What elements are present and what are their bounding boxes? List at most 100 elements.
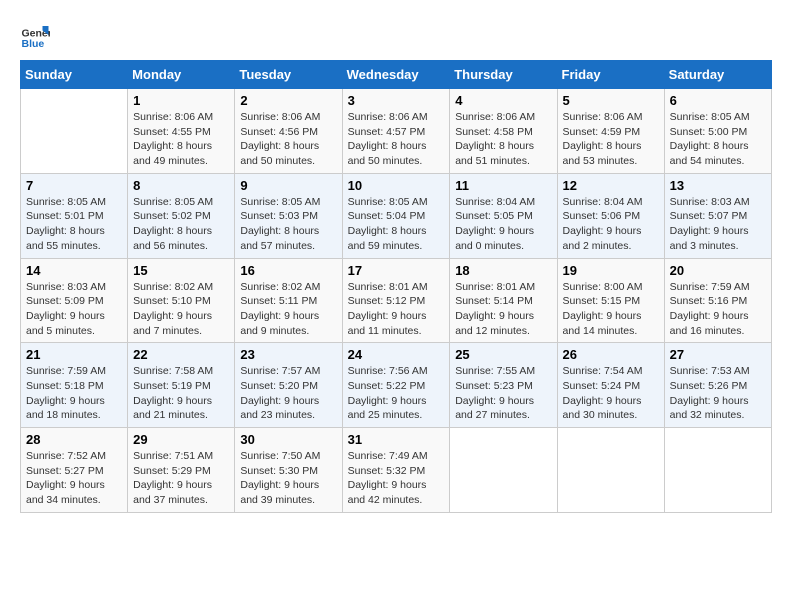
calendar-cell: 12Sunrise: 8:04 AM Sunset: 5:06 PM Dayli… bbox=[557, 173, 664, 258]
day-number: 24 bbox=[348, 347, 445, 362]
calendar-cell: 20 Sunrise: 7:59 AM Sunset: 5:16 PM Dayli… bbox=[664, 258, 771, 343]
calendar-cell: 1 Sunrise: 8:06 AM Sunset: 4:55 PM Daylig… bbox=[128, 89, 235, 174]
day-info: Sunrise: 7:59 AM Sunset: 5:18 PM Dayligh… bbox=[26, 364, 122, 423]
day-number: 20 bbox=[670, 263, 766, 278]
day-info: Sunrise: 8:00 AM Sunset: 5:15 PM Dayligh… bbox=[563, 280, 659, 339]
day-info: Sunrise: 8:01 AM Sunset: 5:12 PM Dayligh… bbox=[348, 280, 445, 339]
calendar-cell: 30 Sunrise: 7:50 AM Sunset: 5:30 PM Dayli… bbox=[235, 428, 342, 513]
day-number: 27 bbox=[670, 347, 766, 362]
calendar-cell: 15 Sunrise: 8:02 AM Sunset: 5:10 PM Dayli… bbox=[128, 258, 235, 343]
calendar-week-4: 21 Sunrise: 7:59 AM Sunset: 5:18 PM Dayli… bbox=[21, 343, 772, 428]
day-info: Sunrise: 8:02 AM Sunset: 5:11 PM Dayligh… bbox=[240, 280, 336, 339]
calendar-week-2: 7 Sunrise: 8:05 AM Sunset: 5:01 PM Daylig… bbox=[21, 173, 772, 258]
column-header-wednesday: Wednesday bbox=[342, 61, 450, 89]
day-info: Sunrise: 8:06 AM Sunset: 4:58 PM Dayligh… bbox=[455, 110, 551, 169]
day-info: Sunrise: 8:05 AM Sunset: 5:04 PM Dayligh… bbox=[348, 195, 445, 254]
column-header-saturday: Saturday bbox=[664, 61, 771, 89]
day-info: Sunrise: 8:05 AM Sunset: 5:01 PM Dayligh… bbox=[26, 195, 122, 254]
day-info: Sunrise: 7:59 AM Sunset: 5:16 PM Dayligh… bbox=[670, 280, 766, 339]
logo-icon: General Blue bbox=[20, 20, 50, 50]
day-number: 9 bbox=[240, 178, 336, 193]
day-number: 13 bbox=[670, 178, 766, 193]
calendar-cell: 18 Sunrise: 8:01 AM Sunset: 5:14 PM Dayli… bbox=[450, 258, 557, 343]
day-number: 22 bbox=[133, 347, 229, 362]
calendar-cell: 11 Sunrise: 8:04 AM Sunset: 5:05 PM Dayli… bbox=[450, 173, 557, 258]
day-number: 30 bbox=[240, 432, 336, 447]
day-number: 23 bbox=[240, 347, 336, 362]
day-number: 25 bbox=[455, 347, 551, 362]
day-info: Sunrise: 8:06 AM Sunset: 4:59 PM Dayligh… bbox=[563, 110, 659, 169]
day-info: Sunrise: 7:54 AM Sunset: 5:24 PM Dayligh… bbox=[563, 364, 659, 423]
calendar-week-1: 1 Sunrise: 8:06 AM Sunset: 4:55 PM Daylig… bbox=[21, 89, 772, 174]
calendar-cell: 26 Sunrise: 7:54 AM Sunset: 5:24 PM Dayli… bbox=[557, 343, 664, 428]
day-number: 28 bbox=[26, 432, 122, 447]
day-number: 2 bbox=[240, 93, 336, 108]
day-info: Sunrise: 7:52 AM Sunset: 5:27 PM Dayligh… bbox=[26, 449, 122, 508]
day-number: 1 bbox=[133, 93, 229, 108]
calendar-cell: 27 Sunrise: 7:53 AM Sunset: 5:26 PM Dayli… bbox=[664, 343, 771, 428]
column-header-monday: Monday bbox=[128, 61, 235, 89]
day-number: 8 bbox=[133, 178, 229, 193]
column-header-tuesday: Tuesday bbox=[235, 61, 342, 89]
calendar-cell: 31 Sunrise: 7:49 AM Sunset: 5:32 PM Dayli… bbox=[342, 428, 450, 513]
calendar-cell: 2 Sunrise: 8:06 AM Sunset: 4:56 PM Daylig… bbox=[235, 89, 342, 174]
day-info: Sunrise: 7:53 AM Sunset: 5:26 PM Dayligh… bbox=[670, 364, 766, 423]
day-number: 12 bbox=[563, 178, 659, 193]
day-info: Sunrise: 7:58 AM Sunset: 5:19 PM Dayligh… bbox=[133, 364, 229, 423]
day-info: Sunrise: 8:06 AM Sunset: 4:55 PM Dayligh… bbox=[133, 110, 229, 169]
day-number: 29 bbox=[133, 432, 229, 447]
day-number: 19 bbox=[563, 263, 659, 278]
day-info: Sunrise: 8:05 AM Sunset: 5:00 PM Dayligh… bbox=[670, 110, 766, 169]
calendar-cell: 29Sunrise: 7:51 AM Sunset: 5:29 PM Dayli… bbox=[128, 428, 235, 513]
day-number: 14 bbox=[26, 263, 122, 278]
day-info: Sunrise: 7:50 AM Sunset: 5:30 PM Dayligh… bbox=[240, 449, 336, 508]
calendar-cell bbox=[557, 428, 664, 513]
calendar-cell bbox=[450, 428, 557, 513]
day-info: Sunrise: 7:57 AM Sunset: 5:20 PM Dayligh… bbox=[240, 364, 336, 423]
day-info: Sunrise: 8:02 AM Sunset: 5:10 PM Dayligh… bbox=[133, 280, 229, 339]
calendar-cell: 17Sunrise: 8:01 AM Sunset: 5:12 PM Dayli… bbox=[342, 258, 450, 343]
calendar-week-3: 14Sunrise: 8:03 AM Sunset: 5:09 PM Dayli… bbox=[21, 258, 772, 343]
calendar-cell: 23 Sunrise: 7:57 AM Sunset: 5:20 PM Dayli… bbox=[235, 343, 342, 428]
calendar-cell: 10Sunrise: 8:05 AM Sunset: 5:04 PM Dayli… bbox=[342, 173, 450, 258]
calendar-cell: 16 Sunrise: 8:02 AM Sunset: 5:11 PM Dayli… bbox=[235, 258, 342, 343]
page-header: General Blue bbox=[20, 20, 772, 50]
day-number: 26 bbox=[563, 347, 659, 362]
logo: General Blue bbox=[20, 20, 54, 50]
day-info: Sunrise: 8:06 AM Sunset: 4:57 PM Dayligh… bbox=[348, 110, 445, 169]
day-number: 4 bbox=[455, 93, 551, 108]
day-number: 21 bbox=[26, 347, 122, 362]
day-number: 5 bbox=[563, 93, 659, 108]
day-info: Sunrise: 8:06 AM Sunset: 4:56 PM Dayligh… bbox=[240, 110, 336, 169]
calendar-cell: 7 Sunrise: 8:05 AM Sunset: 5:01 PM Daylig… bbox=[21, 173, 128, 258]
calendar-cell: 4 Sunrise: 8:06 AM Sunset: 4:58 PM Daylig… bbox=[450, 89, 557, 174]
calendar-cell: 5 Sunrise: 8:06 AM Sunset: 4:59 PM Daylig… bbox=[557, 89, 664, 174]
day-info: Sunrise: 7:55 AM Sunset: 5:23 PM Dayligh… bbox=[455, 364, 551, 423]
day-number: 6 bbox=[670, 93, 766, 108]
column-header-friday: Friday bbox=[557, 61, 664, 89]
day-info: Sunrise: 7:49 AM Sunset: 5:32 PM Dayligh… bbox=[348, 449, 445, 508]
day-info: Sunrise: 8:03 AM Sunset: 5:07 PM Dayligh… bbox=[670, 195, 766, 254]
calendar-cell: 13 Sunrise: 8:03 AM Sunset: 5:07 PM Dayli… bbox=[664, 173, 771, 258]
day-number: 16 bbox=[240, 263, 336, 278]
day-number: 11 bbox=[455, 178, 551, 193]
day-info: Sunrise: 8:05 AM Sunset: 5:02 PM Dayligh… bbox=[133, 195, 229, 254]
calendar-week-5: 28 Sunrise: 7:52 AM Sunset: 5:27 PM Dayli… bbox=[21, 428, 772, 513]
calendar-cell: 8 Sunrise: 8:05 AM Sunset: 5:02 PM Daylig… bbox=[128, 173, 235, 258]
day-number: 18 bbox=[455, 263, 551, 278]
day-info: Sunrise: 8:05 AM Sunset: 5:03 PM Dayligh… bbox=[240, 195, 336, 254]
day-number: 7 bbox=[26, 178, 122, 193]
svg-text:Blue: Blue bbox=[22, 38, 45, 50]
column-header-sunday: Sunday bbox=[21, 61, 128, 89]
day-number: 31 bbox=[348, 432, 445, 447]
calendar-cell: 9 Sunrise: 8:05 AM Sunset: 5:03 PM Daylig… bbox=[235, 173, 342, 258]
calendar-cell: 22 Sunrise: 7:58 AM Sunset: 5:19 PM Dayli… bbox=[128, 343, 235, 428]
day-number: 15 bbox=[133, 263, 229, 278]
calendar-cell: 19 Sunrise: 8:00 AM Sunset: 5:15 PM Dayli… bbox=[557, 258, 664, 343]
calendar-table: SundayMondayTuesdayWednesdayThursdayFrid… bbox=[20, 60, 772, 513]
column-header-thursday: Thursday bbox=[450, 61, 557, 89]
day-info: Sunrise: 8:01 AM Sunset: 5:14 PM Dayligh… bbox=[455, 280, 551, 339]
day-info: Sunrise: 8:04 AM Sunset: 5:05 PM Dayligh… bbox=[455, 195, 551, 254]
calendar-cell bbox=[664, 428, 771, 513]
calendar-cell: 3Sunrise: 8:06 AM Sunset: 4:57 PM Daylig… bbox=[342, 89, 450, 174]
